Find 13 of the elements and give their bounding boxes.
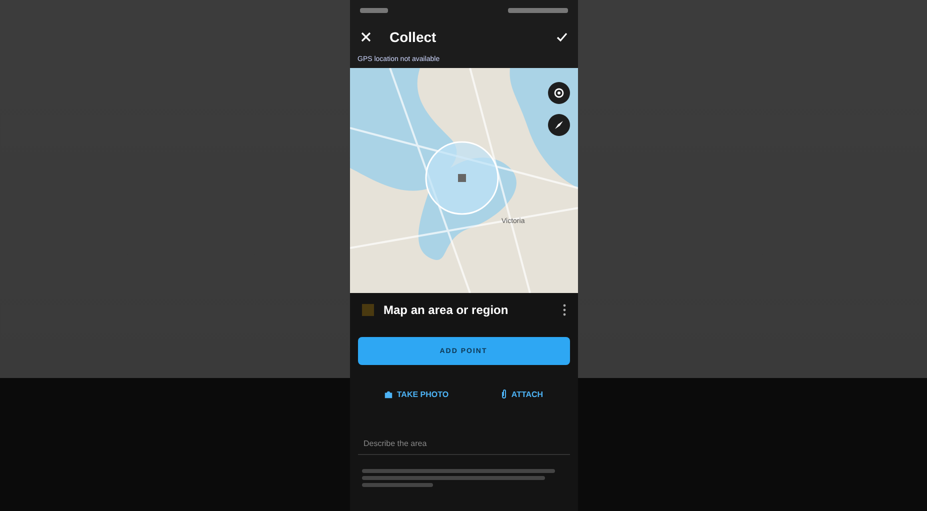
camera-icon (384, 390, 393, 398)
action-button[interactable]: TAKE PHOTO (382, 387, 451, 401)
close-icon[interactable] (360, 31, 372, 43)
sheet-title: Map an area or region (384, 303, 510, 317)
action-button[interactable]: ATTACH (499, 387, 546, 401)
compass-icon (552, 119, 564, 131)
check-icon[interactable] (556, 31, 568, 43)
toolbar-title: Collect (390, 29, 438, 45)
target-icon (552, 87, 564, 99)
description-field[interactable]: Describe the area (358, 425, 570, 455)
area-swatch-icon (362, 304, 374, 316)
more-icon[interactable] (562, 304, 566, 316)
paperclip-icon (501, 389, 508, 399)
